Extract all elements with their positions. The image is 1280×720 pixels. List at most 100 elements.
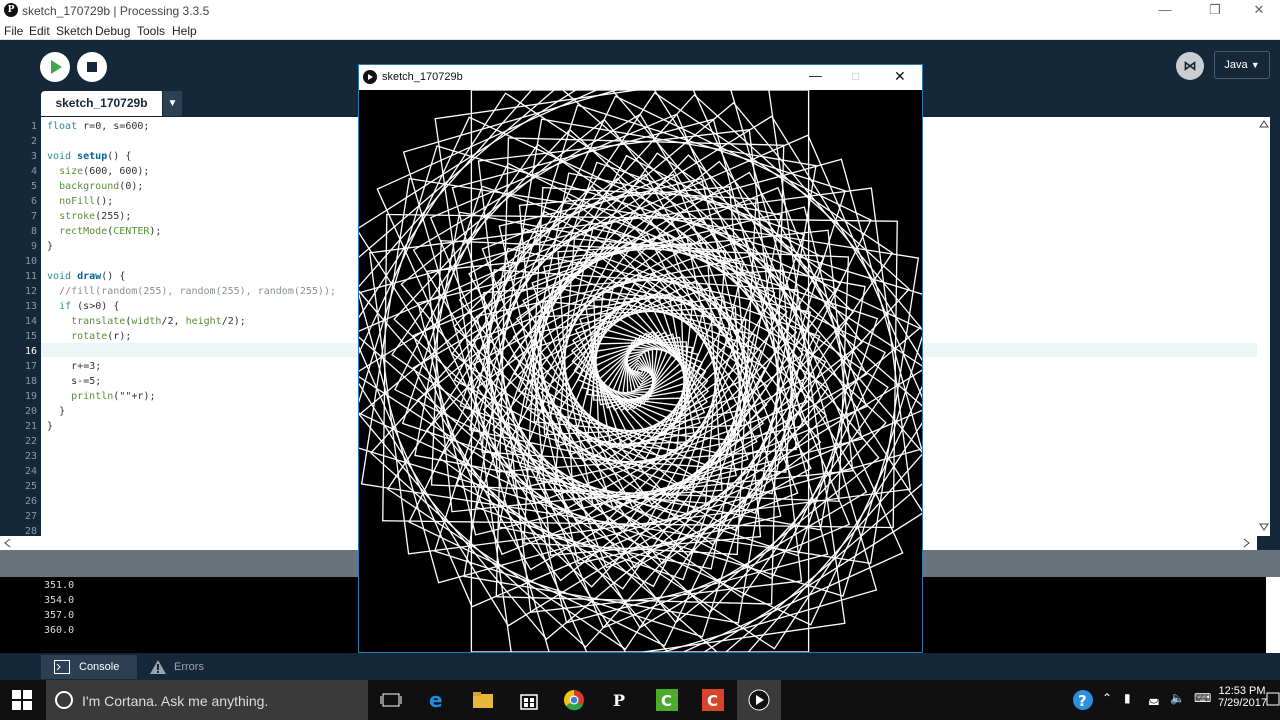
line-number: 7 xyxy=(31,211,37,222)
cortana-icon xyxy=(55,691,73,709)
chevron-down-icon: ▼ xyxy=(1250,60,1260,70)
line-number: 15 xyxy=(25,331,37,342)
windows-start-icon[interactable] xyxy=(12,690,34,712)
errors-tab[interactable]: Errors xyxy=(148,655,218,679)
code-line: println(""+r); xyxy=(47,391,156,402)
keyboard-icon[interactable]: ⌨ xyxy=(1194,691,1211,705)
line-number: 24 xyxy=(25,466,37,477)
warning-icon xyxy=(150,660,166,674)
menu-bar: File Edit Sketch Debug Tools Help xyxy=(0,22,1280,40)
spiral-rect xyxy=(412,171,868,571)
line-number: 19 xyxy=(25,391,37,402)
console-tab[interactable]: Console xyxy=(41,655,137,679)
minimize-button[interactable]: — xyxy=(1142,0,1188,22)
store-icon[interactable] xyxy=(518,689,540,711)
line-number: 10 xyxy=(25,256,37,267)
sketch-close-button[interactable]: ✕ xyxy=(894,68,906,85)
menu-file[interactable]: File xyxy=(4,24,23,38)
line-number: 13 xyxy=(25,301,37,312)
sketch-play-icon xyxy=(363,70,377,84)
tab-sketch[interactable]: sketch_170729b xyxy=(41,91,162,116)
code-line: } xyxy=(47,241,53,252)
code-line: float r=0, s=600; xyxy=(47,121,149,132)
spiral-rectangles-drawing xyxy=(359,90,922,652)
scroll-right-icon[interactable] xyxy=(1243,538,1250,548)
sketch-taskbar-icon xyxy=(748,689,770,711)
console-tab-label: Console xyxy=(79,661,120,673)
code-line: void draw() { xyxy=(47,271,125,282)
active-sketch-taskbar-button[interactable] xyxy=(737,680,781,720)
line-number: 6 xyxy=(31,196,37,207)
restore-button[interactable]: ❐ xyxy=(1192,0,1238,22)
sketch-output-window[interactable]: sketch_170729b — □ ✕ xyxy=(358,64,923,653)
svg-text:C: C xyxy=(707,692,718,710)
power-icon[interactable]: ▮ xyxy=(1124,691,1131,705)
console-icon xyxy=(54,660,70,674)
menu-edit[interactable]: Edit xyxy=(29,24,50,38)
spiral-rect xyxy=(523,186,757,556)
clock-time: 12:53 PM xyxy=(1218,685,1266,697)
scroll-down-icon[interactable] xyxy=(1259,523,1269,531)
clock[interactable]: 12:53 PM 7/29/2017 xyxy=(1218,685,1267,709)
run-button[interactable] xyxy=(40,52,70,82)
menu-debug[interactable]: Debug xyxy=(95,24,130,38)
stop-button[interactable] xyxy=(77,52,107,82)
line-number: 5 xyxy=(31,181,37,192)
line-number: 11 xyxy=(25,271,37,282)
debugger-icon[interactable]: ⋈ xyxy=(1176,52,1204,80)
edge-browser-icon[interactable]: e xyxy=(427,689,449,711)
sketch-minimize-button[interactable]: — xyxy=(809,68,822,83)
line-number: 25 xyxy=(25,481,37,492)
mode-selector[interactable]: Java ▼ xyxy=(1214,51,1270,79)
spiral-rect xyxy=(402,90,878,652)
spiral-rect xyxy=(453,185,827,557)
code-line: translate(width/2, height/2); xyxy=(47,316,246,327)
close-button[interactable]: ✕ xyxy=(1236,0,1280,22)
code-line: } xyxy=(47,406,65,417)
code-line: if (s>0) { xyxy=(47,301,119,312)
file-explorer-icon[interactable] xyxy=(472,689,494,711)
scroll-left-icon[interactable] xyxy=(4,538,11,548)
line-number: 26 xyxy=(25,496,37,507)
editor-vertical-scrollbar[interactable] xyxy=(1257,117,1270,536)
app-green-icon[interactable]: C xyxy=(656,689,678,711)
app-red-icon[interactable]: C xyxy=(702,689,724,711)
notifications-icon[interactable] xyxy=(1266,691,1280,713)
line-number: 21 xyxy=(25,421,37,432)
menu-sketch[interactable]: Sketch xyxy=(56,24,93,38)
code-line: r+=3; xyxy=(47,361,101,372)
line-number: 17 xyxy=(25,361,37,372)
console-line: 357.0 xyxy=(44,610,75,621)
menu-tools[interactable]: Tools xyxy=(137,24,165,38)
volume-icon[interactable]: 🔈 xyxy=(1170,691,1185,705)
scroll-up-icon[interactable] xyxy=(1259,120,1269,128)
code-line: s-=5; xyxy=(47,376,101,387)
tab-menu-chevron-icon[interactable]: ▼ xyxy=(163,91,182,116)
line-number: 9 xyxy=(31,241,37,252)
line-number: 2 xyxy=(31,136,37,147)
line-number: 4 xyxy=(31,166,37,177)
cortana-search-box[interactable]: I'm Cortana. Ask me anything. xyxy=(46,680,368,720)
spiral-rect xyxy=(408,95,872,647)
line-number-gutter: 1 2 3 4 5 6 7 8 9 10 11 12 13 14 15 16 17 18 19 20 21 22 23 24 2… xyxy=(0,117,41,537)
stop-icon xyxy=(87,62,97,72)
processing-app-icon: P xyxy=(4,3,18,17)
processing-taskbar-icon[interactable]: P xyxy=(609,689,631,711)
sketch-maximize-button[interactable]: □ xyxy=(852,69,859,83)
svg-text:C: C xyxy=(661,692,672,710)
spiral-rect xyxy=(512,242,768,500)
spiral-rect xyxy=(617,341,663,401)
line-number: 8 xyxy=(31,226,37,237)
code-line: size(600, 600); xyxy=(47,166,149,177)
code-line: stroke(255); xyxy=(47,211,131,222)
sketch-canvas xyxy=(359,90,922,652)
line-number: 1 xyxy=(31,121,37,132)
chrome-icon[interactable] xyxy=(563,689,585,711)
task-view-icon[interactable] xyxy=(380,689,402,711)
wifi-icon[interactable]: ◛ xyxy=(1148,691,1160,705)
tray-expand-icon[interactable]: ⌃ xyxy=(1102,691,1112,705)
menu-help[interactable]: Help xyxy=(172,24,197,38)
help-icon[interactable]: ? xyxy=(1072,689,1094,711)
console-line: 360.0 xyxy=(44,625,75,636)
console-scrollbar[interactable] xyxy=(1266,577,1280,653)
